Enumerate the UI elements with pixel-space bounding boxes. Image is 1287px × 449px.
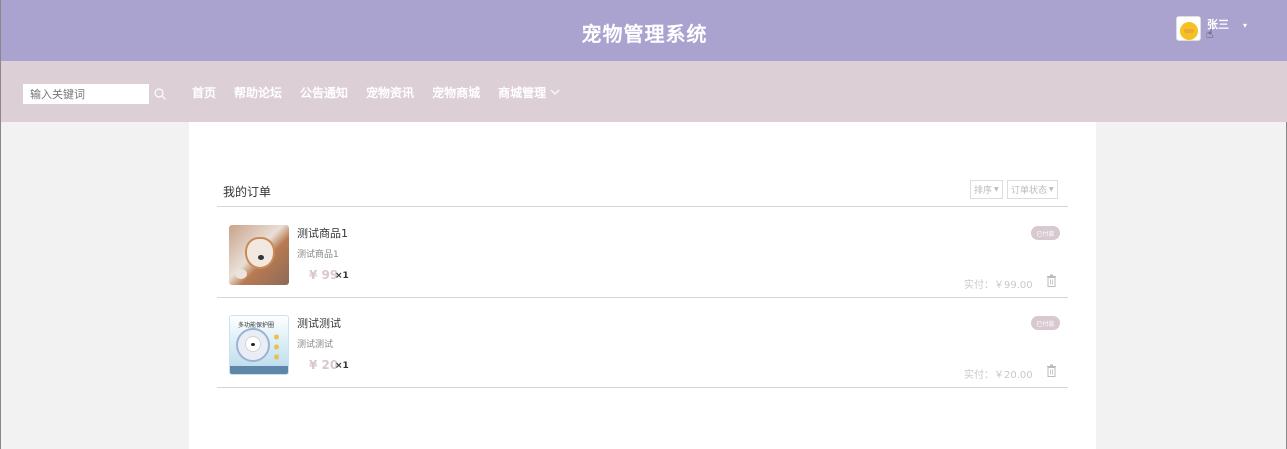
product-name[interactable]: 测试测试 (297, 315, 341, 331)
caret-down-icon: ▼ (994, 186, 999, 193)
nav-item-pet-news[interactable]: 宠物资讯 (366, 84, 414, 101)
product-desc: 测试测试 (297, 340, 334, 350)
nav-item-pet-shop[interactable]: 宠物商城 (432, 84, 480, 101)
order-row[interactable]: 测试商品1 测试商品1 ¥ 99 ×1 已付款 实付：￥99.00 (217, 208, 1068, 298)
trash-icon[interactable] (1046, 274, 1057, 287)
nav-item-home[interactable]: 首页 (192, 84, 216, 101)
search-icon[interactable] (153, 87, 167, 101)
sort-dropdown-label: 排序 (974, 186, 993, 196)
avatar[interactable] (1176, 15, 1201, 41)
product-qty: ×1 (335, 361, 349, 371)
site-title: 宠物管理系统 (581, 22, 708, 46)
feature-dots (274, 332, 279, 362)
product-price: ¥ 99 (309, 268, 339, 282)
caret-down-icon: ▼ (1049, 186, 1054, 193)
trash-icon[interactable] (1046, 364, 1057, 377)
dog-paw (235, 269, 247, 279)
nav-item-notices[interactable]: 公告通知 (300, 84, 348, 101)
product-qty: ×1 (335, 271, 349, 281)
nav-item-forum[interactable]: 帮助论坛 (234, 84, 282, 101)
product-image-shiba-dog[interactable] (229, 225, 289, 285)
chevron-down-icon (550, 89, 560, 95)
status-badge: 已付款 (1031, 226, 1060, 240)
duck-avatar-icon (1180, 21, 1198, 40)
search-input[interactable] (23, 84, 149, 104)
main-content: 我的订单 排序 ▼ 订单状态 ▼ 测试商品1 测试商品1 ¥ 99 ×1 已付款 实… (189, 122, 1096, 449)
dog-face (245, 336, 261, 352)
product-image-pet-collar[interactable]: 多功能保护圈 (229, 315, 289, 375)
product-desc: 测试商品1 (297, 250, 339, 260)
status-badge: 已付款 (1031, 316, 1060, 330)
product-name[interactable]: 测试商品1 (297, 225, 348, 241)
nav-item-shop-admin[interactable]: 商城管理 (498, 84, 560, 101)
order-row[interactable]: 多功能保护圈 测试测试 测试测试 ¥ 20 ×1 已付款 实付：￥20.00 (217, 298, 1068, 388)
page-title: 我的订单 (223, 185, 272, 199)
order-status-dropdown-label: 订单状态 (1011, 186, 1048, 196)
nav-item-shop-admin-label: 商城管理 (498, 86, 547, 100)
paid-amount: 实付：￥99.00 (964, 280, 1033, 291)
pointer-cursor-icon: ☝ (1206, 27, 1214, 41)
caret-down-icon[interactable]: ▾ (1243, 21, 1247, 30)
nav-menu: 首页 帮助论坛 公告通知 宠物资讯 宠物商城 商城管理 (192, 84, 578, 101)
nav-bar: 首页 帮助论坛 公告通知 宠物资讯 宠物商城 商城管理 (1, 61, 1287, 122)
order-status-dropdown[interactable]: 订单状态 ▼ (1007, 180, 1058, 199)
image-base (230, 366, 288, 374)
paid-amount: 实付：￥20.00 (964, 370, 1033, 381)
product-price: ¥ 20 (309, 358, 339, 372)
top-header: 宠物管理系统 张三 ▾ ☝ (1, 0, 1287, 61)
dog-face (245, 237, 275, 269)
sort-dropdown[interactable]: 排序 ▼ (970, 180, 1003, 199)
orders-header: 我的订单 排序 ▼ 订单状态 ▼ (217, 180, 1068, 207)
